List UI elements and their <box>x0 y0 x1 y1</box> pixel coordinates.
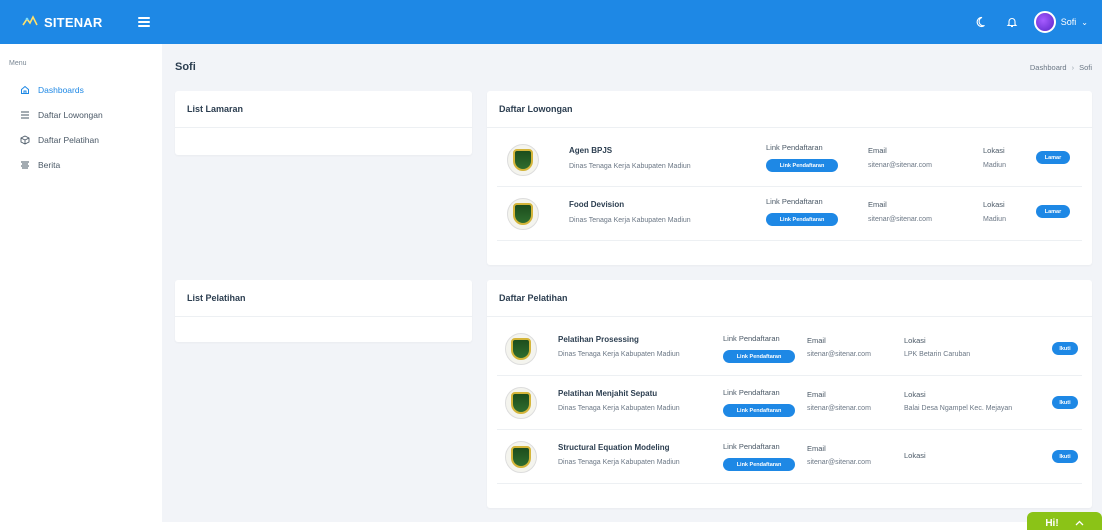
moon-icon[interactable] <box>974 14 990 30</box>
breadcrumb-current: Sofi <box>1079 63 1092 72</box>
list-item: Agen BPJS Dinas Tenaga Kerja Kabupaten M… <box>497 133 1082 187</box>
email-value: sitenar@sitenar.com <box>807 459 871 466</box>
link-label: Link Pendaftaran <box>723 388 780 397</box>
agency-logo-icon <box>505 441 537 473</box>
lokasi-value: LPK Betarin Caruban <box>904 351 971 358</box>
top-navbar: SITENAR Sofi ⌄ <box>0 0 1102 44</box>
footer <box>162 522 1102 530</box>
email-label: Email <box>807 390 826 399</box>
page-title: Sofi <box>175 61 196 73</box>
link-pendaftaran-button[interactable]: Link Pendaftaran <box>766 213 838 226</box>
link-label: Link Pendaftaran <box>766 143 823 152</box>
chat-label: Hi! <box>1045 517 1059 529</box>
lokasi-value: Madiun <box>983 216 1006 223</box>
training-title: Pelatihan Menjahit Sepatu <box>558 389 658 398</box>
list-icon <box>20 110 30 120</box>
bell-icon[interactable] <box>1004 14 1020 30</box>
card-title: Daftar Pelatihan <box>487 280 1092 317</box>
sidebar-item-berita[interactable]: Berita <box>0 152 162 177</box>
lokasi-label: Lokasi <box>983 200 1005 209</box>
brand-logo-icon <box>22 15 38 26</box>
box-icon <box>20 134 30 145</box>
chevron-up-icon <box>1075 518 1084 529</box>
email-value: sitenar@sitenar.com <box>868 216 932 223</box>
link-pendaftaran-button[interactable]: Link Pendaftaran <box>723 404 795 417</box>
agency-logo-icon <box>505 333 537 365</box>
daftar-pelatihan-card: Daftar Pelatihan Pelatihan Prosessing Di… <box>487 280 1092 508</box>
sidebar-item-label: Dashboards <box>38 84 84 95</box>
user-name: Sofi <box>1060 17 1077 27</box>
sidebar-item-label: Berita <box>38 159 61 170</box>
agency-logo-icon <box>507 144 539 176</box>
link-pendaftaran-button[interactable]: Link Pendaftaran <box>723 458 795 471</box>
lokasi-label: Lokasi <box>983 146 1005 155</box>
link-label: Link Pendaftaran <box>766 197 823 206</box>
chat-widget-button[interactable]: Hi! <box>1027 512 1102 530</box>
list-item: Pelatihan Prosessing Dinas Tenaga Kerja … <box>497 322 1082 376</box>
lokasi-value: Balai Desa Ngampel Kec. Mejayan <box>904 405 1013 412</box>
user-menu[interactable]: Sofi ⌄ <box>1033 11 1088 33</box>
card-title: List Lamaran <box>175 91 472 128</box>
sidebar-item-label: Daftar Pelatihan <box>38 134 99 145</box>
training-org: Dinas Tenaga Kerja Kabupaten Madiun <box>558 351 680 358</box>
job-title: Agen BPJS <box>569 146 613 155</box>
training-title: Pelatihan Prosessing <box>558 335 639 344</box>
breadcrumb-dashboard[interactable]: Dashboard <box>1030 63 1067 72</box>
lokasi-label: Lokasi <box>904 451 926 460</box>
email-label: Email <box>868 146 887 155</box>
chevron-down-icon: ⌄ <box>1081 17 1088 27</box>
training-org: Dinas Tenaga Kerja Kabupaten Madiun <box>558 459 680 466</box>
list-pelatihan-card: List Pelatihan <box>175 280 472 342</box>
link-label: Link Pendaftaran <box>723 334 780 343</box>
email-value: sitenar@sitenar.com <box>807 405 871 412</box>
lamar-button[interactable]: Lamar <box>1036 205 1070 218</box>
sidebar: Menu Dashboards Daftar Lowongan Daftar P… <box>0 44 162 530</box>
list-item: Structural Equation Modeling Dinas Tenag… <box>497 430 1082 484</box>
sidebar-heading: Menu <box>9 60 27 67</box>
ikuti-button[interactable]: Ikuti <box>1052 396 1078 409</box>
list-item: Food Devision Dinas Tenaga Kerja Kabupat… <box>497 187 1082 241</box>
list-item: Pelatihan Menjahit Sepatu Dinas Tenaga K… <box>497 376 1082 430</box>
link-pendaftaran-button[interactable]: Link Pendaftaran <box>723 350 795 363</box>
email-value: sitenar@sitenar.com <box>807 351 871 358</box>
training-org: Dinas Tenaga Kerja Kabupaten Madiun <box>558 405 680 412</box>
lokasi-value: Madiun <box>983 162 1006 169</box>
job-title: Food Devision <box>569 200 625 209</box>
lokasi-label: Lokasi <box>904 390 926 399</box>
brand-name: SITENAR <box>44 14 103 30</box>
sidebar-item-label: Daftar Lowongan <box>38 109 103 120</box>
lamar-button[interactable]: Lamar <box>1036 151 1070 164</box>
list-lamaran-card: List Lamaran <box>175 91 472 155</box>
link-label: Link Pendaftaran <box>723 442 780 451</box>
breadcrumb: Dashboard › Sofi <box>1030 63 1092 72</box>
lokasi-label: Lokasi <box>904 336 926 345</box>
email-label: Email <box>807 444 826 453</box>
training-title: Structural Equation Modeling <box>558 443 670 452</box>
breadcrumb-separator-icon: › <box>1071 63 1075 72</box>
card-title: Daftar Lowongan <box>487 91 1092 128</box>
email-value: sitenar@sitenar.com <box>868 162 932 169</box>
home-icon <box>20 85 30 95</box>
link-pendaftaran-button[interactable]: Link Pendaftaran <box>766 159 838 172</box>
email-label: Email <box>807 336 826 345</box>
news-icon <box>20 160 30 170</box>
ikuti-button[interactable]: Ikuti <box>1052 342 1078 355</box>
agency-logo-icon <box>505 387 537 419</box>
job-org: Dinas Tenaga Kerja Kabupaten Madiun <box>569 163 691 170</box>
sidebar-item-daftar-pelatihan[interactable]: Daftar Pelatihan <box>0 127 162 152</box>
sidebar-item-daftar-lowongan[interactable]: Daftar Lowongan <box>0 102 162 127</box>
sidebar-item-dashboards[interactable]: Dashboards <box>0 77 162 102</box>
email-label: Email <box>868 200 887 209</box>
job-org: Dinas Tenaga Kerja Kabupaten Madiun <box>569 217 691 224</box>
menu-toggle-icon[interactable] <box>138 17 150 27</box>
card-title: List Pelatihan <box>175 280 472 317</box>
avatar <box>1033 11 1056 33</box>
agency-logo-icon <box>507 198 539 230</box>
daftar-lowongan-card: Daftar Lowongan Agen BPJS Dinas Tenaga K… <box>487 91 1092 265</box>
ikuti-button[interactable]: Ikuti <box>1052 450 1078 463</box>
